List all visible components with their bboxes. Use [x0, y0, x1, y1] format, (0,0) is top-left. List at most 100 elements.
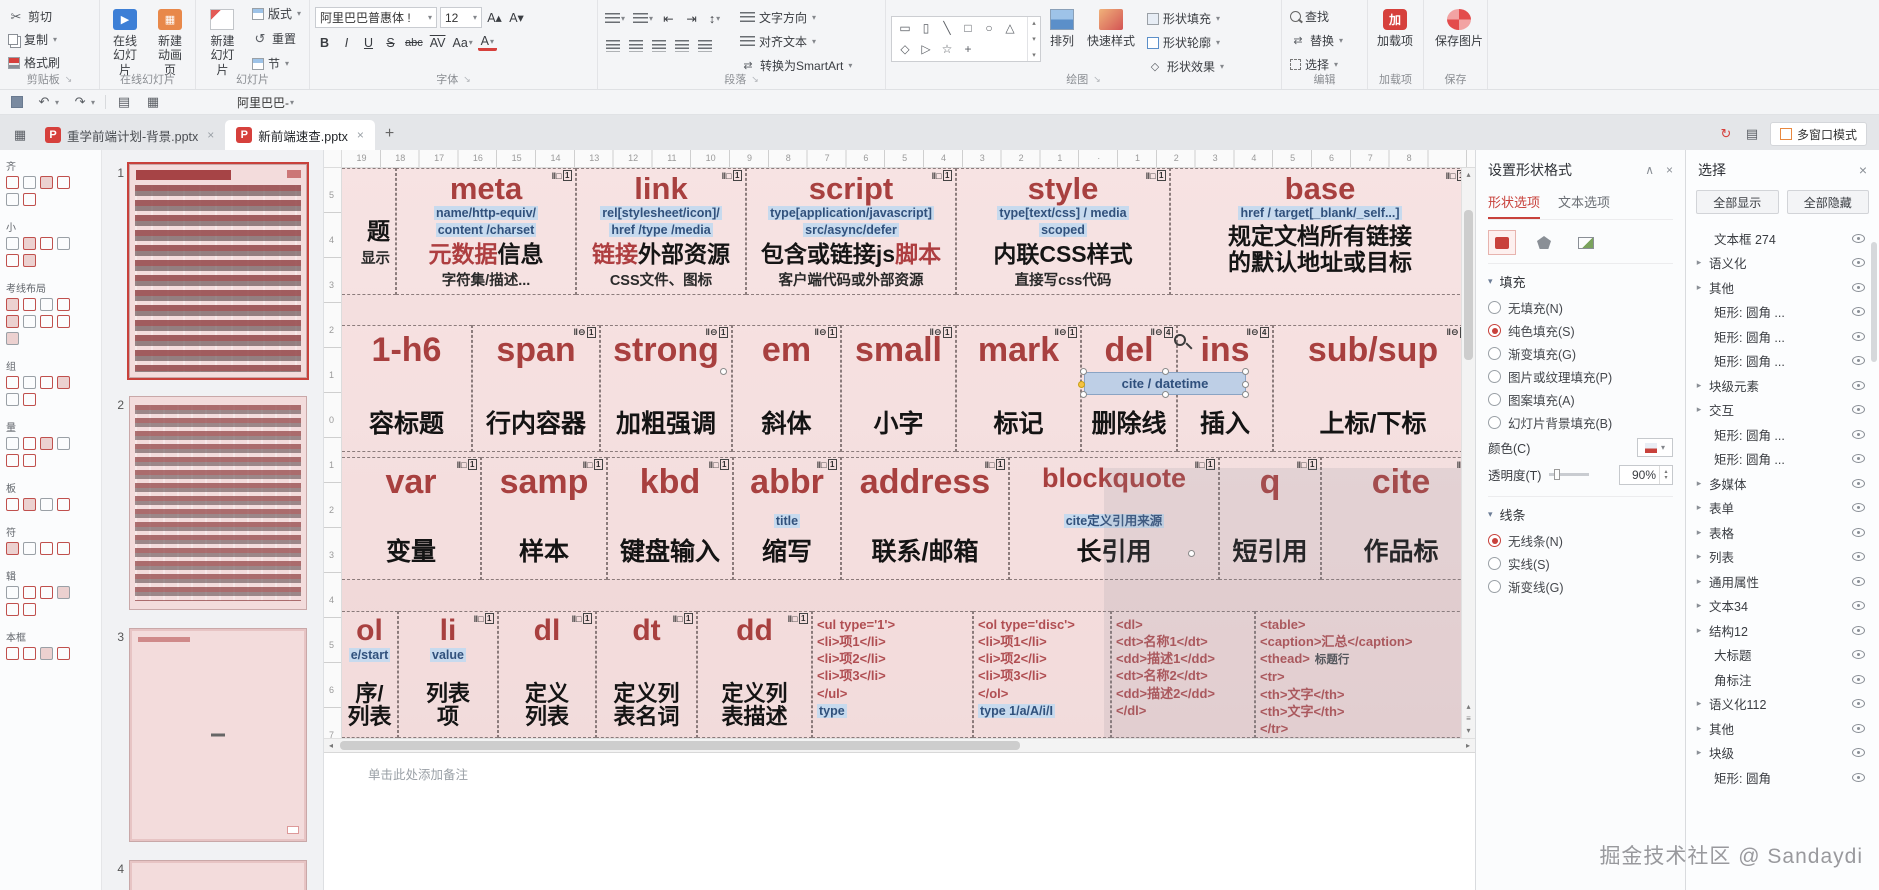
expand-icon[interactable]: ▸ [1694, 404, 1704, 415]
tool-icon[interactable] [23, 315, 36, 328]
expand-icon[interactable]: ▸ [1694, 282, 1704, 293]
selection-item[interactable]: ▸ 其他 [1692, 275, 1867, 300]
slide-nav-icon[interactable]: ≡ [1462, 713, 1475, 724]
eye-icon[interactable] [1852, 699, 1865, 709]
slide-shape-code[interactable]: <ol type='disc'> <li>项1</li> <li>项2</li> <l… [973, 611, 1111, 738]
tool-icon[interactable] [23, 586, 36, 599]
selection-handle[interactable] [1242, 381, 1249, 388]
tool-icon[interactable] [6, 393, 19, 406]
transparency-slider[interactable] [1549, 469, 1590, 480]
copy-button[interactable]: 复制 ▾ [5, 29, 63, 50]
tool-icon[interactable] [23, 647, 36, 660]
eye-icon[interactable] [1852, 405, 1865, 415]
shape-item[interactable]: ╲ [939, 21, 955, 35]
scroll-thumb[interactable] [340, 741, 1020, 750]
tool-icon[interactable] [57, 542, 70, 555]
slide-shape-subsup[interactable]: ‖⊖1 sub/sup 上标/下标 [1273, 325, 1461, 452]
tool-icon[interactable] [40, 376, 53, 389]
abc-strikethrough-button[interactable]: abc [403, 33, 425, 52]
scroll-up-icon[interactable]: ▴ [1462, 169, 1475, 180]
close-icon[interactable]: × [1666, 163, 1673, 177]
expand-icon[interactable]: ▸ [1694, 527, 1704, 538]
slide-canvas[interactable]: 题显示 ‖□ 1 meta name/http-equiv/content /chars… [342, 168, 1461, 738]
slide-shape-em[interactable]: ‖⊖ 1 em 斜体 [732, 325, 841, 452]
eye-icon[interactable] [1852, 503, 1865, 513]
selection-handle[interactable] [720, 368, 727, 375]
strikethrough-button[interactable]: S [381, 33, 400, 52]
slide-thumbnail-1[interactable]: 1 [110, 162, 309, 380]
selection-handle[interactable] [1188, 550, 1195, 557]
tool-icon[interactable] [57, 298, 70, 311]
expand-icon[interactable]: ▸ [1694, 576, 1704, 587]
expand-icon[interactable]: ▸ [1694, 551, 1704, 562]
tool-icon[interactable] [6, 498, 19, 511]
eye-icon[interactable] [1852, 282, 1865, 292]
expand-icon[interactable]: ▸ [1694, 625, 1704, 636]
shape-icon[interactable] [1530, 230, 1558, 255]
notes-area[interactable]: 单击此处添加备注 [324, 752, 1475, 792]
slide-shape-li[interactable]: ‖□ 1 li value 列表项 [398, 611, 498, 738]
shape-item[interactable]: ☆ [939, 42, 955, 56]
selection-item[interactable]: 文本框 274 [1692, 226, 1867, 251]
picture-icon[interactable] [1572, 230, 1600, 255]
slider-handle[interactable] [1554, 469, 1561, 480]
scroll-left-icon[interactable]: ◂ [324, 739, 338, 752]
selection-item[interactable]: 角标注 [1692, 667, 1867, 692]
selection-item[interactable]: ▸ 语义化112 [1692, 692, 1867, 717]
tool-icon[interactable] [40, 437, 53, 450]
slideshow-button[interactable]: ▤ [113, 93, 135, 111]
selection-item[interactable]: 大标题 [1692, 643, 1867, 668]
gallery-scroll[interactable]: ▴ ▾ ▾ [1027, 16, 1040, 61]
eye-icon[interactable] [1852, 356, 1865, 366]
slide-shape-var[interactable]: ‖□ 1 var 变量 [342, 457, 481, 580]
theme-select[interactable]: 阿里巴巴- ▾ [233, 93, 298, 112]
cut-button[interactable]: ✂ 剪切 [5, 6, 63, 27]
layout-switch-icon[interactable]: ▤ [1744, 126, 1760, 142]
expand-icon[interactable]: ▸ [1694, 380, 1704, 391]
slide-shape-small[interactable]: ‖⊖ 1 small 小字 [841, 325, 956, 452]
selection-item[interactable]: ▸ 通用属性 [1692, 569, 1867, 594]
selection-handle[interactable] [1242, 368, 1249, 375]
eye-icon[interactable] [1852, 233, 1865, 243]
line-option-radio[interactable]: 无线条(N) [1488, 529, 1673, 552]
adjust-handle[interactable] [1078, 381, 1085, 388]
tool-icon[interactable] [40, 586, 53, 599]
selection-item[interactable]: 矩形: 圆角 ... [1692, 300, 1867, 325]
increase-indent-button[interactable]: ⇥ [682, 9, 701, 28]
eye-icon[interactable] [1852, 331, 1865, 341]
tool-icon[interactable] [23, 376, 36, 389]
slide-shape-dl[interactable]: ‖□ 1 dl 定义 列表 [498, 611, 596, 738]
slide-shape-cut1[interactable]: 题显示 [342, 168, 396, 295]
home-icon[interactable]: ▦ [12, 127, 28, 143]
slide-shape-1h6[interactable]: 1-h6 容标题 [342, 325, 472, 452]
new-tab-button[interactable]: + [385, 125, 394, 143]
selection-item[interactable]: ▸ 表单 [1692, 496, 1867, 521]
eye-icon[interactable] [1852, 625, 1865, 635]
tool-icon[interactable] [6, 176, 19, 189]
eye-icon[interactable] [1852, 527, 1865, 537]
multi-window-button[interactable]: 多窗口模式 [1769, 122, 1867, 146]
selection-item[interactable]: ▸ 列表 [1692, 545, 1867, 570]
selection-item[interactable]: 矩形: 圆角 ... [1692, 349, 1867, 374]
save-image-button[interactable]: 保存图片 [1429, 4, 1489, 73]
slide-shape-address[interactable]: ‖□ 1 address 联系/邮箱 [841, 457, 1009, 580]
line-option-radio[interactable]: 渐变线(G) [1488, 575, 1673, 598]
selection-item[interactable]: ▸ 语义化 [1692, 251, 1867, 276]
justify-button[interactable] [672, 36, 691, 55]
text-direction-button[interactable]: 文字方向 ▾ [737, 7, 855, 28]
eye-icon[interactable] [1852, 576, 1865, 586]
close-tab-icon[interactable]: × [207, 128, 214, 142]
font-family-select[interactable]: 阿里巴巴普惠体 ! ▾ [315, 7, 437, 28]
tool-icon[interactable] [6, 542, 19, 555]
slide-shape-dd[interactable]: ‖□ 1 dd 定义列 表描述 [697, 611, 812, 738]
tool-icon[interactable] [6, 454, 19, 467]
scroll-thumb[interactable] [1464, 210, 1473, 360]
next-slide-icon[interactable]: ▾ [1462, 725, 1475, 736]
slide-shape-kbd[interactable]: ‖□ 1 kbd 键盘输入 [607, 457, 733, 580]
fill-option-radio[interactable]: 纯色填充(S) [1488, 319, 1673, 342]
dialog-launcher-icon[interactable]: ↘ [751, 74, 759, 85]
slide-shape-style[interactable]: ‖□ 1 style type[text/css] / media scoped 内联CS… [956, 168, 1170, 295]
tool-icon[interactable] [6, 603, 19, 616]
expand-icon[interactable]: ▸ [1694, 478, 1704, 489]
thumbnail-preview[interactable] [129, 396, 307, 610]
